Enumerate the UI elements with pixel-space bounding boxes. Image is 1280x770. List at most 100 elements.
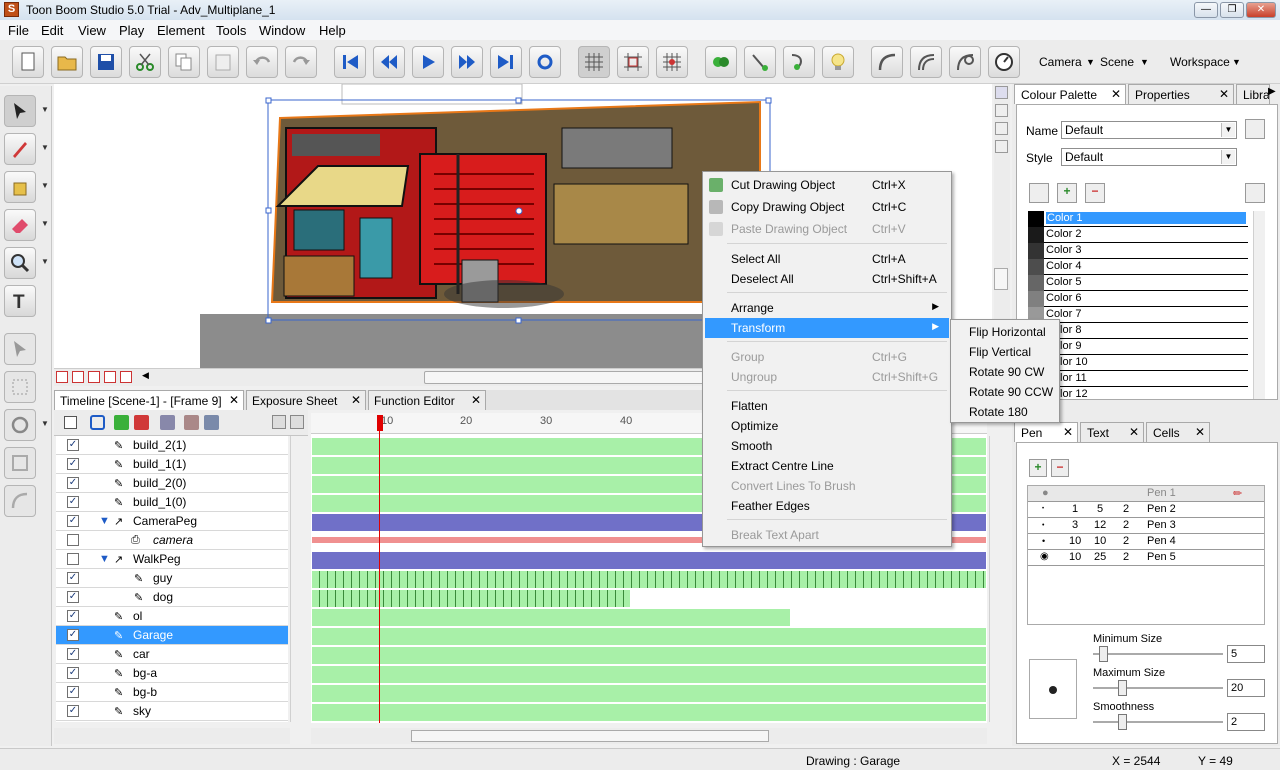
colour-row[interactable]: Color 2 — [1028, 227, 1248, 243]
menu-item-rotate-90-ccw[interactable]: Rotate 90 CCW — [953, 382, 1057, 402]
frame-row[interactable] — [312, 685, 986, 702]
colour-row[interactable]: Color 4 — [1028, 259, 1248, 275]
tool-options-arrow-icon[interactable]: ▼ — [41, 219, 49, 228]
timeline-menu-icon[interactable] — [272, 415, 286, 429]
layer-visibility-checkbox[interactable]: ✓ — [67, 591, 79, 603]
tab-colour-palette[interactable]: Colour Palette ✕ — [1014, 84, 1126, 104]
tab-text[interactable]: Text ✕ — [1080, 422, 1144, 442]
tab-function-editor[interactable]: Function Editor ✕ — [368, 390, 486, 410]
scene-dropdown-arrow-icon[interactable]: ▼ — [1140, 57, 1149, 67]
menu-help[interactable]: Help — [319, 23, 346, 38]
tab-timeline[interactable]: Timeline [Scene-1] - [Frame 9] ✕ — [54, 390, 244, 410]
tab-properties[interactable]: Properties ✕ — [1128, 84, 1234, 104]
smoothness-input[interactable]: 2 — [1227, 713, 1265, 731]
layer-visibility-checkbox[interactable]: ✓ — [67, 667, 79, 679]
colour-row[interactable]: Color 5 — [1028, 275, 1248, 291]
tool-options-arrow-icon[interactable]: ▼ — [41, 181, 49, 190]
layer-row[interactable]: ✓ ✎ build_2(0) — [56, 474, 288, 493]
menu-item-flip-horizontal[interactable]: Flip Horizontal — [953, 322, 1057, 342]
menu-item-rotate-90-cw[interactable]: Rotate 90 CW — [953, 362, 1057, 382]
layer-visibility-checkbox[interactable]: ✓ — [67, 458, 79, 470]
colour-row[interactable]: Color 6 — [1028, 291, 1248, 307]
palette-style-select[interactable]: Default ▼ — [1061, 148, 1237, 166]
expand-arrow-icon[interactable]: ▼ — [99, 553, 110, 565]
select-arrow-icon[interactable] — [4, 95, 36, 127]
add-effect-icon[interactable] — [204, 415, 219, 430]
layer-row[interactable]: ✓ ✎ ol — [56, 607, 288, 626]
menu-item-break-text-apart[interactable]: Break Text Apart — [705, 525, 949, 545]
frames-vertical-scrollbar[interactable] — [989, 436, 1001, 722]
canvas-vertical-scrollbar[interactable] — [994, 268, 1008, 290]
bounding-box-icon[interactable] — [4, 371, 36, 403]
tab-scroll-arrow-icon[interactable]: ▶ — [1268, 86, 1276, 97]
view-icon[interactable] — [995, 104, 1008, 117]
menu-item-extract-centre-line[interactable]: Extract Centre Line — [705, 456, 949, 476]
palette-menu-icon[interactable] — [1245, 119, 1265, 139]
layer-row[interactable]: ✓ ✎ build_1(1) — [56, 455, 288, 474]
redo-icon[interactable] — [285, 46, 317, 78]
layer-row[interactable]: ▼ ↗ WalkPeg — [56, 550, 288, 569]
delete-layer-icon[interactable] — [134, 415, 149, 430]
lightbulb-icon[interactable] — [822, 46, 854, 78]
colour-row[interactable]: Color 7 — [1028, 307, 1248, 323]
menu-item-optimize[interactable]: Optimize — [705, 416, 949, 436]
colour-row[interactable]: Color 9 — [1028, 339, 1248, 355]
pen-row-header[interactable]: ● Pen 1 ✏ — [1028, 486, 1264, 502]
close-tab-icon[interactable]: ✕ — [1063, 425, 1073, 439]
close-button[interactable]: ✕ — [1246, 2, 1276, 18]
scrollbar-thumb[interactable] — [411, 730, 769, 742]
layer-visibility-checkbox[interactable]: ✓ — [67, 648, 79, 660]
layer-row[interactable]: ✓ ✎ dog — [56, 588, 288, 607]
play-icon[interactable] — [412, 46, 444, 78]
rotate-icon[interactable] — [4, 409, 36, 441]
tool-options-arrow-icon[interactable]: ▼ — [41, 143, 49, 152]
menu-view[interactable]: View — [78, 23, 106, 38]
layer-visibility-checkbox[interactable] — [67, 553, 79, 565]
peg-frame-row[interactable] — [312, 552, 986, 569]
tool-options-arrow-icon[interactable]: ▼ — [41, 419, 49, 428]
save-icon[interactable] — [90, 46, 122, 78]
text-tool-icon[interactable]: T — [4, 285, 36, 317]
smoothness-slider-thumb[interactable] — [1118, 714, 1127, 730]
last-frame-icon[interactable] — [490, 46, 522, 78]
view-icon[interactable] — [995, 140, 1008, 153]
frame-row[interactable] — [312, 571, 986, 588]
layer-list-scrollbar[interactable] — [290, 436, 302, 722]
new-file-icon[interactable] — [12, 46, 44, 78]
view-icon[interactable] — [995, 86, 1008, 99]
close-tab-icon[interactable]: ✕ — [1195, 425, 1205, 439]
tab-pen[interactable]: Pen ✕ — [1014, 422, 1078, 442]
layer-row[interactable]: ✓ ▼ ↗ CameraPeg — [56, 512, 288, 531]
paint-bucket-icon[interactable] — [4, 171, 36, 203]
menu-file[interactable]: File — [8, 23, 29, 38]
colour-list-scrollbar[interactable] — [1253, 211, 1265, 399]
view-mode-icon[interactable] — [56, 371, 68, 383]
add-pen-icon[interactable]: + — [1029, 459, 1047, 477]
layer-row-selected[interactable]: ✓ ✎ Garage — [56, 626, 288, 645]
menu-item-rotate-180[interactable]: Rotate 180 — [953, 402, 1057, 422]
palette-name-select[interactable]: Default ▼ — [1061, 121, 1237, 139]
copy-icon[interactable] — [168, 46, 200, 78]
view-mode-icon[interactable] — [72, 371, 84, 383]
menu-item-flatten[interactable]: Flatten — [705, 396, 949, 416]
frames-horizontal-scrollbar[interactable] — [311, 728, 987, 744]
first-frame-icon[interactable] — [334, 46, 366, 78]
close-tab-icon[interactable]: ✕ — [1111, 87, 1121, 101]
pen-row[interactable]: • 1 5 2 Pen 2 — [1028, 502, 1264, 518]
colour-picker-icon[interactable] — [1029, 183, 1049, 203]
frame-row[interactable] — [312, 704, 986, 721]
timeline-options-icon[interactable] — [290, 415, 304, 429]
menu-tools[interactable]: Tools — [216, 23, 246, 38]
scroll-left-arrow-icon[interactable]: ◀ — [142, 370, 149, 381]
layer-row[interactable]: ✓ ✎ sky — [56, 702, 288, 721]
remove-pen-icon[interactable]: − — [1051, 459, 1069, 477]
shape2-icon[interactable] — [949, 46, 981, 78]
layer-visibility-checkbox[interactable]: ✓ — [67, 610, 79, 622]
min-size-slider[interactable] — [1093, 653, 1223, 655]
light-table-icon[interactable] — [744, 46, 776, 78]
view-mode-icon[interactable] — [120, 371, 132, 383]
smoothness-slider[interactable] — [1093, 721, 1223, 723]
layer-visibility-checkbox[interactable]: ✓ — [67, 705, 79, 717]
menu-item-copy-drawing-object[interactable]: Copy Drawing Object Ctrl+C — [705, 197, 949, 217]
layer-row[interactable]: ✓ ✎ guy — [56, 569, 288, 588]
